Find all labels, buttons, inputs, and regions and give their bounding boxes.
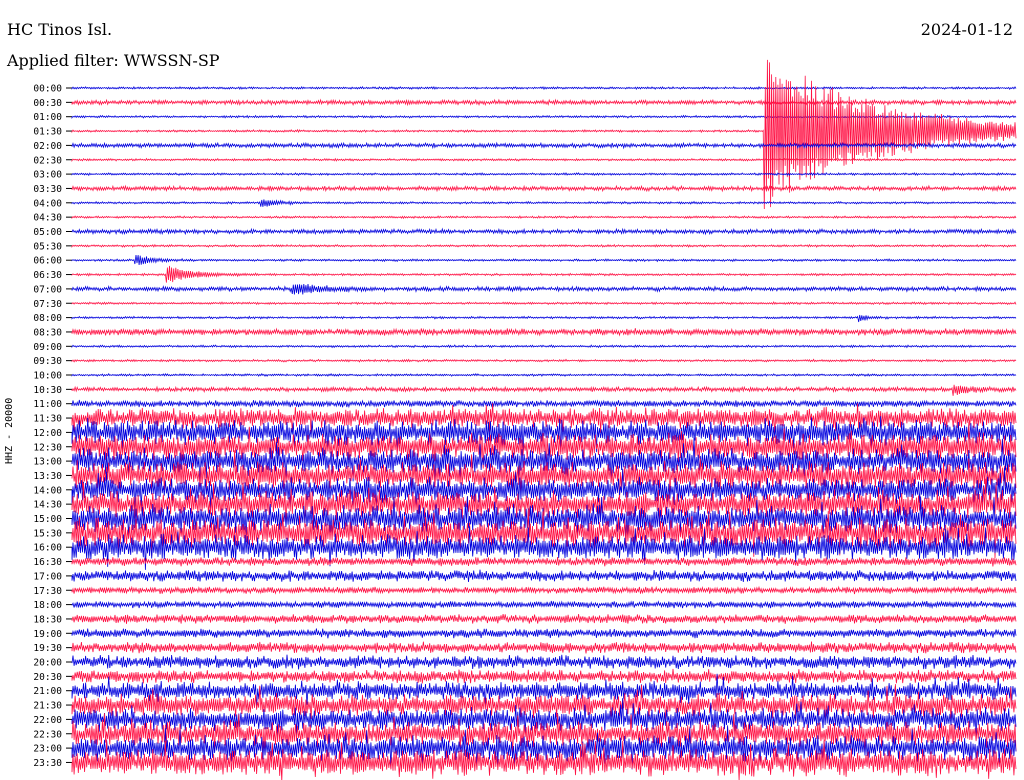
seismic-trace-0800 <box>71 314 1017 323</box>
row-time-label: 09:30 <box>33 356 62 367</box>
seismic-trace-2030 <box>71 668 1017 684</box>
row-time-label: 14:00 <box>33 485 62 496</box>
row-time-label: 04:30 <box>33 213 62 224</box>
row-time-label: 20:00 <box>33 658 62 669</box>
row-time-label: 01:00 <box>33 112 62 123</box>
row-time-label: 08:00 <box>33 313 62 324</box>
seismic-trace-0300 <box>71 172 1017 177</box>
seismic-trace-0630 <box>71 265 1017 283</box>
row-time-label: 10:30 <box>33 385 62 396</box>
row-time-label: 16:30 <box>33 557 62 568</box>
seismic-trace-0700 <box>71 283 1017 295</box>
row-time-label: 19:30 <box>33 643 62 654</box>
row-time-label: 16:00 <box>33 543 62 554</box>
seismic-trace-0230 <box>71 157 1017 163</box>
row-time-label: 11:30 <box>33 414 62 425</box>
seismic-trace-1800 <box>71 600 1017 610</box>
row-time-label: 23:30 <box>33 758 62 769</box>
row-time-label: 22:00 <box>33 715 62 726</box>
row-time-label: 20:30 <box>33 672 62 683</box>
seismic-trace-1730 <box>71 585 1017 595</box>
seismic-trace-0200 <box>71 141 1017 150</box>
seismic-trace-1700 <box>71 569 1017 583</box>
seismic-trace-0600 <box>71 254 1017 266</box>
row-time-label: 07:30 <box>33 299 62 310</box>
row-time-label: 01:30 <box>33 127 62 138</box>
row-time-label: 18:00 <box>33 600 62 611</box>
row-time-label: 03:30 <box>33 184 62 195</box>
row-time-label: 13:00 <box>33 457 62 468</box>
row-time-label: 04:00 <box>33 198 62 209</box>
row-time-label: 15:30 <box>33 528 62 539</box>
row-time-label: 10:00 <box>33 371 62 382</box>
row-time-label: 07:00 <box>33 284 62 295</box>
row-time-label: 08:30 <box>33 327 62 338</box>
row-time-label: 09:00 <box>33 342 62 353</box>
row-time-label: 03:00 <box>33 170 62 181</box>
row-time-label: 05:00 <box>33 227 62 238</box>
seismic-trace-0000 <box>71 85 1017 91</box>
row-time-label: 02:30 <box>33 155 62 166</box>
row-time-label: 15:00 <box>33 514 62 525</box>
row-time-label: 23:00 <box>33 744 62 755</box>
seismic-trace-0930 <box>71 358 1017 363</box>
row-time-label: 13:30 <box>33 471 62 482</box>
seismic-trace-0830 <box>71 327 1017 337</box>
seismic-trace-0400 <box>71 199 1017 207</box>
row-time-label: 22:30 <box>33 729 62 740</box>
row-time-label: 17:00 <box>33 571 62 582</box>
row-time-label: 05:30 <box>33 241 62 252</box>
seismic-trace-1000 <box>71 372 1017 377</box>
row-time-label: 02:00 <box>33 141 62 152</box>
seismic-trace-1930 <box>71 641 1017 654</box>
row-time-label: 11:00 <box>33 399 62 410</box>
row-time-label: 06:00 <box>33 256 62 267</box>
seismic-trace-2000 <box>71 654 1017 670</box>
seismic-trace-0730 <box>71 301 1017 306</box>
seismic-trace-1900 <box>71 628 1017 639</box>
row-time-label: 12:00 <box>33 428 62 439</box>
seismic-trace-0030 <box>71 98 1017 107</box>
seismic-trace-0530 <box>71 243 1017 249</box>
seismic-trace-0430 <box>71 215 1017 220</box>
row-time-label: 12:30 <box>33 442 62 453</box>
seismic-trace-0900 <box>71 344 1017 349</box>
seismogram-plot: 00:00 00:30 01:00 01:30 02:00 02:30 03:00 03:30… <box>33 59 1017 780</box>
seismic-trace-1030 <box>71 384 1017 396</box>
seismic-trace-0500 <box>71 227 1017 236</box>
row-time-label: 14:30 <box>33 500 62 511</box>
seismic-trace-1100 <box>71 399 1017 409</box>
seismic-trace-0330 <box>71 184 1017 193</box>
row-time-label: 00:30 <box>33 98 62 109</box>
seismic-trace-1830 <box>71 614 1017 624</box>
row-time-label: 17:30 <box>33 586 62 597</box>
row-time-label: 18:30 <box>33 614 62 625</box>
row-time-label: 06:30 <box>33 270 62 281</box>
row-time-label: 21:30 <box>33 701 62 712</box>
row-time-label: 00:00 <box>33 84 62 95</box>
row-time-label: 21:00 <box>33 686 62 697</box>
seismic-trace-1630 <box>71 556 1017 567</box>
row-time-label: 19:00 <box>33 629 62 640</box>
